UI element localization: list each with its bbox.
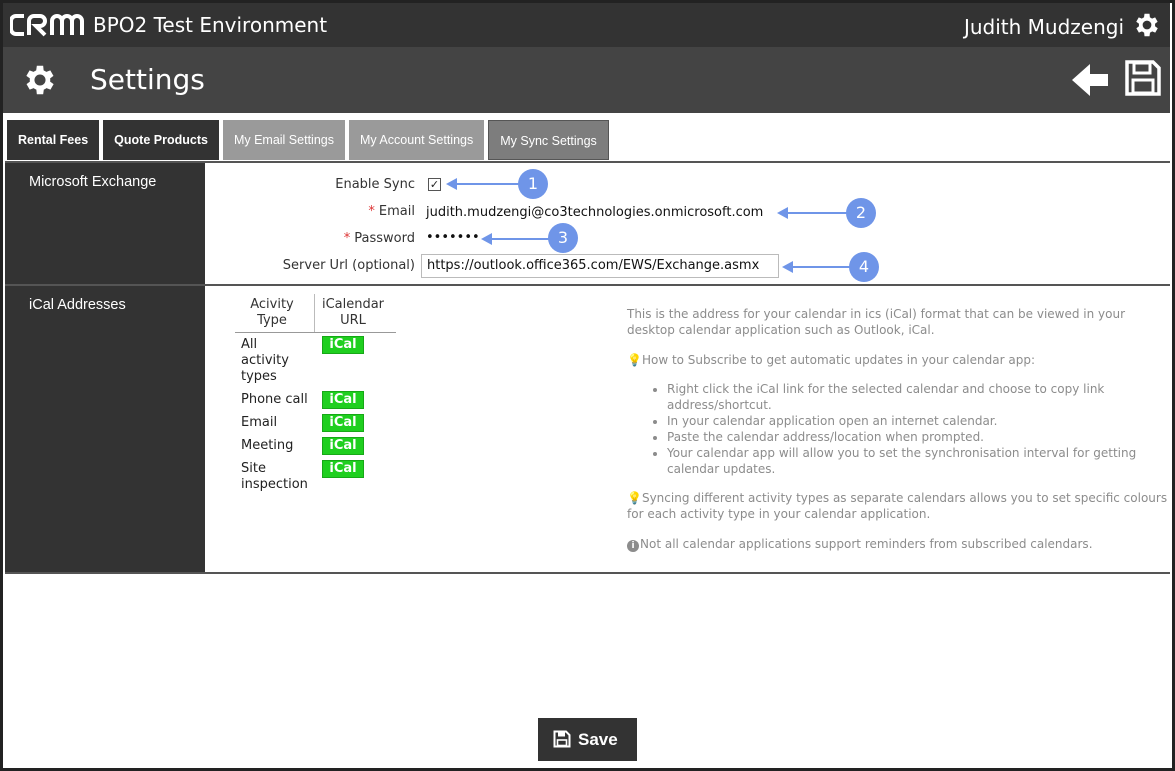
activity-type-site-inspection: Site inspection: [241, 461, 308, 492]
callout-arrowhead-1: [446, 178, 457, 190]
activity-type-phone-call: Phone call: [241, 392, 308, 407]
ical-link-email[interactable]: iCal: [322, 414, 364, 432]
app-title: BPO2 Test Environment: [93, 13, 328, 37]
tab-my-sync-settings[interactable]: My Sync Settings: [488, 120, 609, 160]
tab-rental-fees[interactable]: Rental Fees: [7, 120, 100, 160]
callout-arrow-3: [490, 238, 550, 240]
user-name[interactable]: Judith Mudzengi: [964, 15, 1124, 39]
ical-link-phone-call[interactable]: iCal: [322, 391, 364, 409]
arrow-left-icon[interactable]: [1070, 61, 1110, 99]
server-url-label: Server Url (optional): [282, 258, 415, 273]
gear-icon[interactable]: [1132, 10, 1162, 40]
section-label-exchange: Microsoft Exchange: [5, 163, 205, 285]
ical-help-reminders-text: Not all calendar applications support re…: [640, 537, 1093, 551]
ical-help-reminders: i Not all calendar applications support r…: [627, 536, 1172, 552]
save-button[interactable]: Save: [538, 718, 637, 761]
ical-col-url: iCalendar URL: [321, 297, 385, 328]
top-bar: BPO2 Test Environment Judith Mudzengi: [3, 3, 1170, 47]
ical-link-site-inspection[interactable]: iCal: [322, 460, 364, 478]
section-divider: [5, 572, 1170, 574]
callout-arrowhead-2: [777, 207, 788, 219]
callout-badge-4: 4: [849, 252, 879, 282]
ical-header-separator: [314, 294, 315, 333]
enable-sync-checkbox[interactable]: ✓: [428, 178, 441, 191]
callout-arrow-2: [786, 212, 848, 214]
list-item: Paste the calendar address/location when…: [667, 429, 1172, 445]
section-label-ical: iCal Addresses: [5, 286, 205, 573]
callout-badge-1: 1: [518, 169, 548, 199]
callout-arrow-4: [791, 266, 851, 268]
password-label-text: Password: [354, 231, 415, 246]
save-button-label: Save: [578, 730, 618, 749]
list-item: Your calendar app will allow you to set …: [667, 445, 1172, 477]
ical-help-intro: This is the address for your calendar in…: [627, 307, 1126, 337]
settings-gear-icon: [26, 65, 54, 95]
ical-col-type: Acivity Type: [250, 297, 294, 328]
header-bar: Settings: [3, 47, 1170, 113]
tab-my-account-settings[interactable]: My Account Settings: [348, 120, 485, 160]
ical-help-steps: Right click the iCal link for the select…: [627, 381, 1172, 477]
password-field[interactable]: •••••••: [426, 230, 480, 245]
email-label: * Email: [368, 204, 415, 219]
ical-help-step-list: Right click the iCal link for the select…: [627, 381, 1172, 477]
callout-arrow-1: [455, 183, 521, 185]
lightbulb-icon: 💡: [627, 491, 642, 505]
info-icon: i: [627, 540, 639, 552]
tab-strip: Rental Fees Quote Products My Email Sett…: [7, 120, 613, 160]
required-marker: *: [343, 231, 351, 246]
ical-help-colours: 💡Syncing different activity types as sep…: [627, 490, 1172, 522]
callout-badge-2: 2: [846, 198, 876, 228]
enable-sync-label: Enable Sync: [335, 177, 415, 192]
callout-badge-3: 3: [548, 223, 578, 253]
server-url-input[interactable]: https://outlook.office365.com/EWS/Exchan…: [421, 254, 779, 278]
ical-help-subscribe: 💡How to Subscribe to get automatic updat…: [627, 352, 1172, 368]
page-title: Settings: [90, 63, 205, 96]
required-marker: *: [368, 204, 375, 219]
email-label-text: Email: [378, 204, 415, 219]
password-label: * Password: [344, 231, 415, 246]
list-item: In your calendar application open an int…: [667, 413, 1172, 429]
callout-arrowhead-4: [782, 261, 793, 273]
ical-help-subscribe-text: How to Subscribe to get automatic update…: [641, 353, 1035, 367]
activity-type-meeting: Meeting: [241, 438, 294, 453]
activity-type-all: All activity types: [241, 337, 289, 384]
ical-help-colours-text: Syncing different activity types as sepa…: [627, 491, 1168, 521]
ical-link-meeting[interactable]: iCal: [322, 437, 364, 455]
ical-link-all[interactable]: iCal: [322, 336, 364, 354]
lightbulb-icon: 💡: [627, 353, 642, 367]
ical-header-rule: [235, 332, 396, 333]
crm-logo[interactable]: [10, 10, 84, 40]
email-field[interactable]: judith.mudzengi@co3technologies.onmicros…: [426, 205, 763, 220]
activity-type-email: Email: [241, 415, 278, 430]
callout-arrowhead-3: [481, 233, 492, 245]
floppy-icon[interactable]: [1124, 59, 1162, 97]
tab-my-email-settings[interactable]: My Email Settings: [222, 120, 345, 160]
floppy-icon: [553, 730, 571, 748]
tab-quote-products[interactable]: Quote Products: [103, 120, 219, 160]
list-item: Right click the iCal link for the select…: [667, 381, 1172, 413]
